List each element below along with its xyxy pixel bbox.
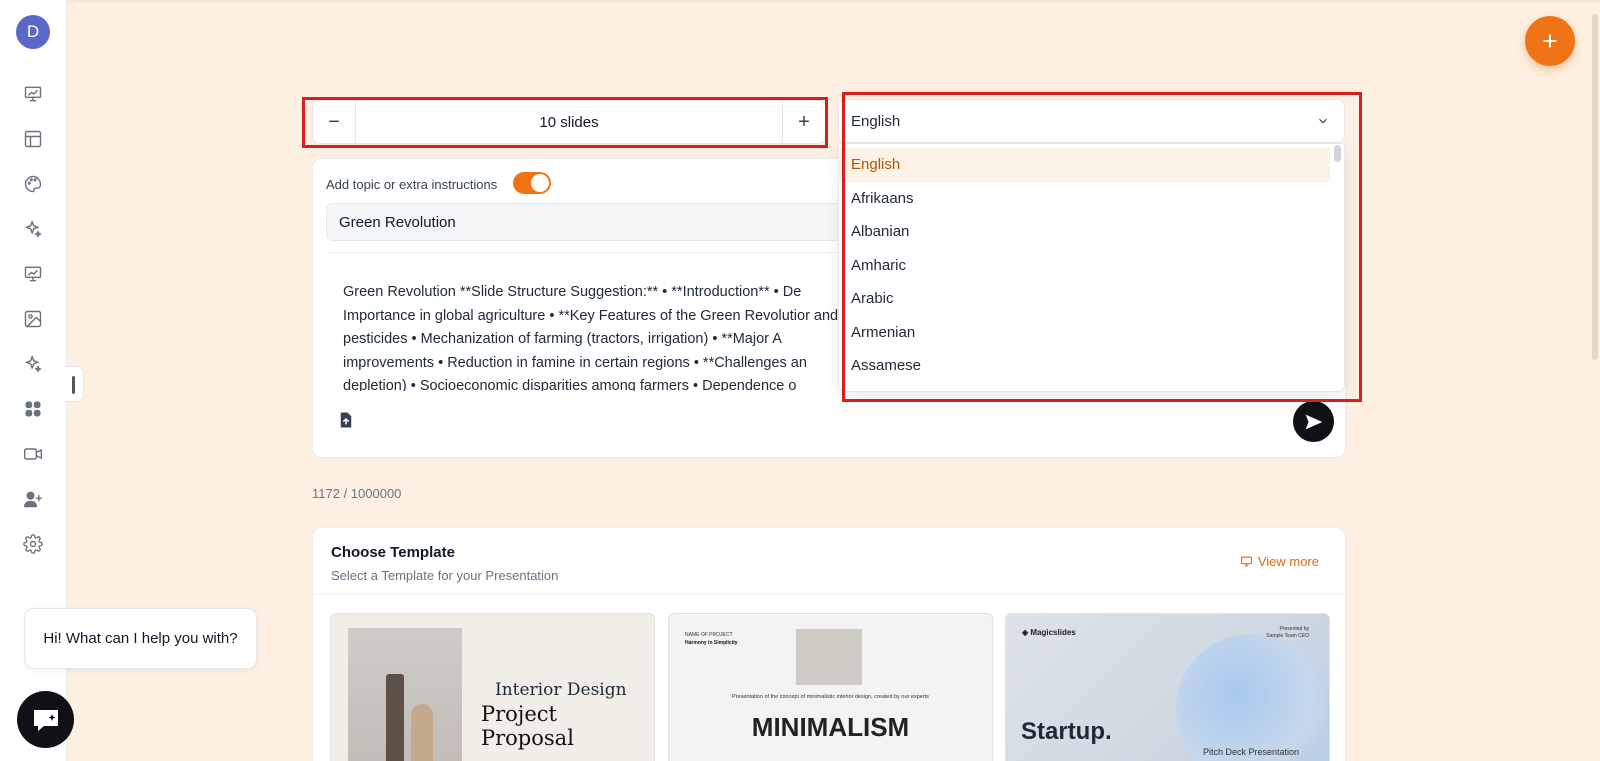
template-card-minimalism[interactable]: NAME OF PROJECT Harmony in Simplicity Pr… <box>668 613 993 761</box>
template-caption: Presentation of the concept of minimalis… <box>732 694 929 700</box>
layout-icon[interactable] <box>22 128 44 150</box>
template-subtitle: Pitch Deck Presentation <box>1202 747 1299 757</box>
chart-board-icon[interactable] <box>22 263 44 285</box>
template-section-subtitle: Select a Template for your Presentation <box>331 568 559 583</box>
apps-grid-icon[interactable] <box>22 398 44 420</box>
view-more-label: View more <box>1257 554 1319 569</box>
template-label: NAME OF PROJECT <box>685 632 733 638</box>
user-avatar[interactable]: D <box>16 15 50 49</box>
magic-sparkle-icon[interactable] <box>22 353 44 375</box>
create-new-button[interactable] <box>1525 16 1575 66</box>
template-heading: Startup. <box>1021 718 1112 745</box>
upload-file-icon[interactable] <box>337 411 355 429</box>
vase-shape <box>386 674 404 761</box>
video-icon[interactable] <box>22 443 44 465</box>
presentation-icon <box>1240 556 1252 567</box>
template-card-startup[interactable]: ◈ Magicslides Presented by Sample Team C… <box>1005 613 1330 761</box>
template-heading: Project Proposal <box>481 702 574 750</box>
send-button[interactable] <box>1293 401 1334 442</box>
template-heading: Interior Design <box>495 680 627 700</box>
sparkle-icon[interactable] <box>22 218 44 240</box>
language-highlight-box <box>842 92 1362 402</box>
template-heading: MINIMALISM <box>751 712 910 742</box>
vase-shape <box>411 704 433 761</box>
template-card-interior[interactable]: Interior Design Project Proposal <box>330 613 655 761</box>
template-section: Choose Template Select a Template for yo… <box>312 527 1346 761</box>
template-photo <box>348 628 462 761</box>
add-user-icon[interactable] <box>22 488 44 510</box>
view-more-link[interactable]: View more <box>1240 554 1319 569</box>
image-icon[interactable] <box>22 308 44 330</box>
template-photo <box>796 629 862 685</box>
palette-icon[interactable] <box>22 173 44 195</box>
settings-icon[interactable] <box>22 533 44 555</box>
page-scrollbar[interactable] <box>1590 0 1600 761</box>
template-presenter: Presented by Sample Team CEO <box>1266 626 1309 639</box>
topic-label: Add topic or extra instructions <box>326 177 498 192</box>
plus-icon <box>1543 34 1557 48</box>
chat-launcher-button[interactable] <box>17 691 74 748</box>
template-label: Harmony in Simplicity <box>685 640 738 646</box>
send-icon <box>1305 414 1322 429</box>
topic-toggle[interactable] <box>513 172 551 194</box>
instructions-textarea[interactable]: Green Revolution **Slide Structure Sugge… <box>343 281 843 391</box>
character-count: 1172 / 1000000 <box>312 486 402 501</box>
template-section-title: Choose Template <box>331 544 455 561</box>
chat-icon <box>33 709 58 731</box>
stepper-highlight-box <box>302 97 828 148</box>
top-border <box>67 0 1600 3</box>
sidebar-collapse-handle[interactable] <box>66 366 84 402</box>
decorative-blob <box>1176 634 1326 761</box>
presentation-chart-icon[interactable] <box>22 83 44 105</box>
template-logo: ◈ Magicslides <box>1022 628 1076 637</box>
chat-greeting-bubble[interactable]: Hi! What can I help you with? <box>24 608 257 669</box>
divider <box>313 594 1345 595</box>
